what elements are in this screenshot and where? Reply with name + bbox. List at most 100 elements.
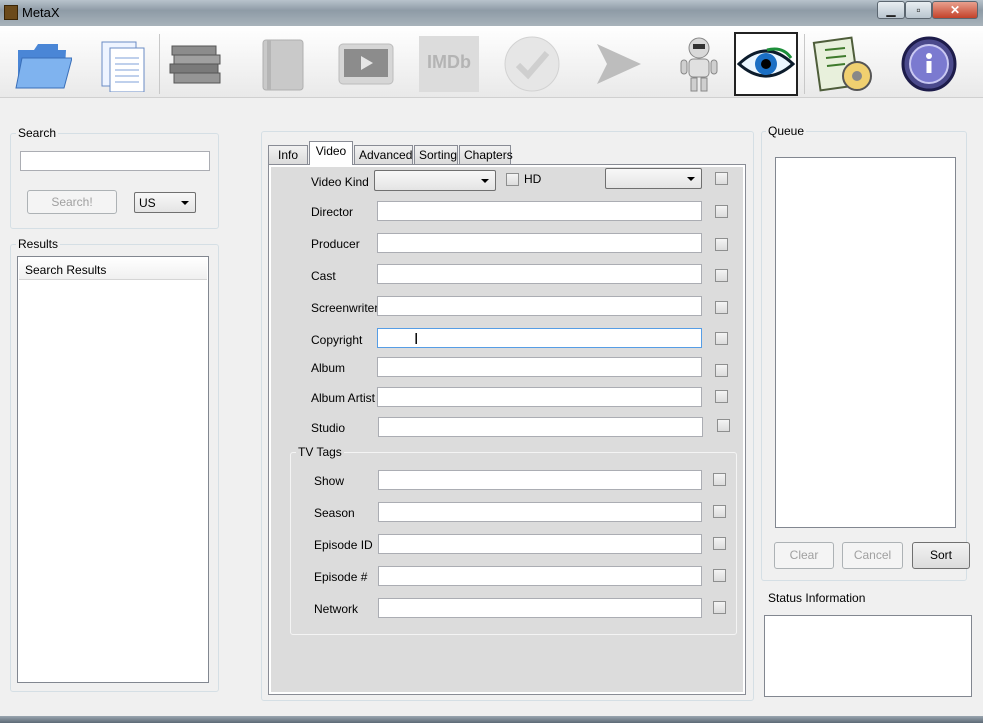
show-field[interactable] <box>378 470 702 490</box>
screenwriter-lock-checkbox[interactable] <box>715 301 728 314</box>
tab-sorting[interactable]: Sorting <box>414 145 458 164</box>
eye-button[interactable] <box>734 32 798 96</box>
settings-button[interactable] <box>811 33 875 95</box>
title-bar[interactable] <box>0 0 983 26</box>
copyright-label: Copyright <box>311 333 363 347</box>
season-lock-checkbox[interactable] <box>713 505 726 518</box>
search-input[interactable] <box>20 151 210 171</box>
write-tags-button[interactable] <box>585 33 649 95</box>
director-field[interactable] <box>377 201 702 221</box>
book-button[interactable] <box>251 33 315 95</box>
show-lock-checkbox[interactable] <box>713 473 726 486</box>
open-folder-button[interactable] <box>10 33 74 95</box>
search-group-label: Search <box>16 126 59 140</box>
batch-button[interactable] <box>164 33 228 95</box>
book-icon <box>262 39 304 91</box>
settings-checklist-icon <box>812 36 872 92</box>
results-group-label: Results <box>16 237 61 251</box>
chevron-down-icon <box>181 201 189 205</box>
robot-icon <box>680 37 718 92</box>
document-button[interactable] <box>90 33 154 95</box>
video-kind-select[interactable] <box>374 170 496 191</box>
network-field[interactable] <box>378 598 702 618</box>
approve-button[interactable] <box>500 33 564 95</box>
cancel-button[interactable]: Cancel <box>842 542 903 569</box>
album-field[interactable] <box>377 357 702 377</box>
chevron-down-icon <box>481 179 489 183</box>
search-button[interactable]: Search! <box>27 190 117 214</box>
video-kind-label: Video Kind <box>311 175 369 189</box>
episode-id-lock-checkbox[interactable] <box>713 537 726 550</box>
episode-id-field[interactable] <box>378 534 702 554</box>
video-player-icon <box>338 43 394 85</box>
producer-label: Producer <box>311 237 360 251</box>
network-label: Network <box>314 602 359 616</box>
tab-chapters[interactable]: Chapters <box>459 145 513 164</box>
hd-checkbox[interactable] <box>506 173 519 186</box>
video-kind-lock-checkbox[interactable] <box>715 172 728 185</box>
results-list[interactable]: Search Results <box>17 256 209 683</box>
batch-books-icon <box>169 45 221 84</box>
album-label: Album <box>311 361 346 375</box>
hd-label: HD <box>524 172 542 186</box>
minimize-button[interactable]: ▁ <box>877 1 905 19</box>
window-bottom-border <box>0 716 983 723</box>
tab-info[interactable]: Info <box>268 145 308 164</box>
video-player-button[interactable] <box>334 33 398 95</box>
queue-group-label: Queue <box>766 124 807 138</box>
copyright-field[interactable] <box>377 328 702 348</box>
arrow-right-icon <box>597 44 641 84</box>
producer-field[interactable] <box>377 233 702 253</box>
album-artist-field[interactable] <box>377 387 702 407</box>
region-select-value: US <box>139 196 156 210</box>
tv-tags-group-label: TV Tags <box>296 445 344 459</box>
producer-lock-checkbox[interactable] <box>715 238 728 251</box>
checkmark-icon <box>504 36 560 92</box>
window-title: MetaX <box>22 5 60 20</box>
season-label: Season <box>314 506 355 520</box>
eye-icon <box>737 47 795 78</box>
status-information-box <box>764 615 972 697</box>
close-button[interactable]: ✕ <box>932 1 978 19</box>
episode-number-label: Episode # <box>314 570 368 584</box>
toolbar-separator <box>804 34 805 94</box>
studio-lock-checkbox[interactable] <box>717 419 730 432</box>
chevron-down-icon <box>687 177 695 181</box>
hd-select[interactable] <box>605 168 702 189</box>
toolbar-separator <box>159 34 160 94</box>
cast-field[interactable] <box>377 264 702 284</box>
search-group <box>10 133 219 229</box>
tab-advanced[interactable]: Advanced <box>354 145 413 164</box>
album-lock-checkbox[interactable] <box>715 364 728 377</box>
episode-number-field[interactable] <box>378 566 702 586</box>
document-icon <box>101 41 145 92</box>
tab-video[interactable]: Video <box>309 141 353 165</box>
about-button[interactable] <box>897 33 961 95</box>
robot-button[interactable] <box>667 33 731 95</box>
clear-button[interactable]: Clear <box>774 542 834 569</box>
studio-label: Studio <box>311 421 346 435</box>
director-label: Director <box>311 205 354 219</box>
network-lock-checkbox[interactable] <box>713 601 726 614</box>
director-lock-checkbox[interactable] <box>715 205 728 218</box>
album-artist-label: Album Artist <box>311 391 376 405</box>
imdb-icon: IMDb <box>419 36 479 92</box>
imdb-button[interactable]: IMDb <box>417 33 481 95</box>
status-group-label: Status Information <box>766 591 868 605</box>
about-icon <box>901 36 957 92</box>
screenwriter-field[interactable] <box>377 296 702 316</box>
maximize-button[interactable]: ▫ <box>905 1 932 19</box>
episode-number-lock-checkbox[interactable] <box>713 569 726 582</box>
results-column-header[interactable]: Search Results <box>19 258 207 280</box>
season-field[interactable] <box>378 502 702 522</box>
sort-button[interactable]: Sort <box>912 542 970 569</box>
cast-label: Cast <box>311 269 336 283</box>
copyright-lock-checkbox[interactable] <box>715 332 728 345</box>
album-artist-lock-checkbox[interactable] <box>715 390 728 403</box>
region-select[interactable]: US <box>134 192 196 213</box>
queue-list[interactable] <box>775 157 956 528</box>
text-cursor-icon: Ⅰ <box>414 331 419 348</box>
studio-field[interactable] <box>378 417 703 437</box>
show-label: Show <box>314 474 345 488</box>
cast-lock-checkbox[interactable] <box>715 269 728 282</box>
